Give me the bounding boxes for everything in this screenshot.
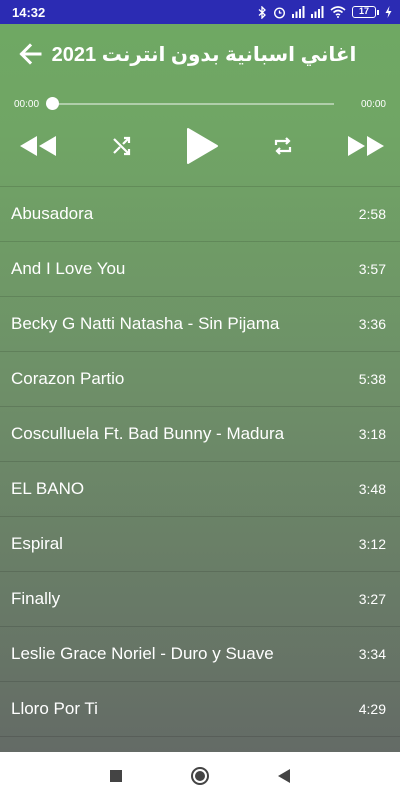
- song-title: Becky G Natti Natasha - Sin Pijama: [11, 314, 280, 333]
- total-time: 00:00: [360, 98, 386, 110]
- shuffle-button[interactable]: [112, 136, 132, 156]
- arrow-left-icon: [19, 43, 42, 65]
- back-triangle-icon: [277, 769, 290, 783]
- repeat-button[interactable]: [273, 136, 293, 156]
- status-icons: 17: [258, 5, 392, 19]
- battery-level: 17: [352, 6, 376, 18]
- song-title: Finally: [11, 589, 61, 608]
- status-bar: 14:32 17: [0, 0, 400, 24]
- current-time: 00:00: [14, 98, 40, 110]
- play-button[interactable]: [185, 127, 219, 165]
- song-row[interactable]: Espiral 3:12: [0, 517, 400, 572]
- playback-controls: [0, 124, 400, 168]
- song-title: Abusadora: [11, 204, 94, 223]
- song-title: Cosculluela Ft. Bad Bunny - Madura: [11, 424, 285, 443]
- song-row[interactable]: And I Love You 3:57: [0, 242, 400, 297]
- song-row[interactable]: Becky G Natti Natasha - Sin Pijama 3:36: [0, 297, 400, 352]
- song-duration: 3:48: [358, 481, 386, 497]
- song-row[interactable]: Corazon Partio 5:38: [0, 352, 400, 407]
- song-title: EL BANO: [11, 479, 85, 498]
- repeat-icon: [274, 137, 291, 155]
- song-row[interactable]: Finally 3:27: [0, 572, 400, 627]
- fast-forward-button[interactable]: [346, 134, 386, 158]
- system-nav-bar: [0, 752, 400, 800]
- song-title: Lloro Por Ti: [11, 699, 98, 718]
- song-duration: 3:12: [358, 536, 386, 552]
- signal-icon: [292, 6, 305, 18]
- shuffle-icon: [112, 136, 130, 156]
- bluetooth-icon: [258, 5, 266, 19]
- rewind-button[interactable]: [18, 134, 58, 158]
- player-screen: اغاني اسبانية بدون انترنت 2021 00:00 00:…: [0, 24, 400, 752]
- song-duration: 5:38: [358, 371, 386, 387]
- seek-bar[interactable]: [46, 97, 334, 110]
- seek-bar-thumb[interactable]: [46, 97, 59, 110]
- song-row[interactable]: Abusadora 2:58: [0, 187, 400, 242]
- app-header: اغاني اسبانية بدون انترنت 2021: [0, 24, 400, 84]
- song-row[interactable]: Leslie Grace Noriel - Duro y Suave 3:34: [0, 627, 400, 682]
- play-icon: [187, 128, 218, 164]
- song-list: Abusadora 2:58 And I Love You 3:57 Becky G N…: [0, 186, 400, 737]
- home-button[interactable]: [158, 766, 242, 786]
- song-row[interactable]: Lloro Por Ti 4:29: [0, 682, 400, 737]
- fast-forward-icon: [348, 136, 384, 156]
- battery-icon: 17: [352, 6, 379, 18]
- progress-row: 00:00 00:00: [0, 84, 400, 124]
- song-duration: 3:57: [358, 261, 386, 277]
- song-title: And I Love You: [11, 259, 126, 278]
- recents-button[interactable]: [74, 770, 158, 782]
- song-duration: 4:29: [358, 701, 386, 717]
- system-back-button[interactable]: [242, 769, 326, 783]
- back-button[interactable]: [16, 40, 44, 68]
- song-duration: 3:27: [358, 591, 386, 607]
- recents-square-icon: [110, 770, 122, 782]
- song-duration: 3:18: [358, 426, 386, 442]
- song-duration: 3:34: [358, 646, 386, 662]
- charging-icon: [385, 6, 392, 18]
- song-duration: 2:58: [358, 206, 386, 222]
- page-title: اغاني اسبانية بدون انترنت 2021: [51, 43, 357, 66]
- song-duration: 3:36: [358, 316, 386, 332]
- song-title: Corazon Partio: [11, 369, 125, 388]
- wifi-icon: [330, 6, 346, 18]
- song-row[interactable]: Cosculluela Ft. Bad Bunny - Madura 3:18: [0, 407, 400, 462]
- signal-icon: [311, 6, 324, 18]
- song-row[interactable]: EL BANO 3:48: [0, 462, 400, 517]
- home-circle-icon: [191, 767, 209, 785]
- rewind-icon: [20, 136, 56, 156]
- song-title: Leslie Grace Noriel - Duro y Suave: [11, 644, 274, 663]
- song-title: Espiral: [11, 534, 63, 553]
- alarm-icon: [273, 6, 286, 19]
- status-time: 14:32: [12, 4, 46, 20]
